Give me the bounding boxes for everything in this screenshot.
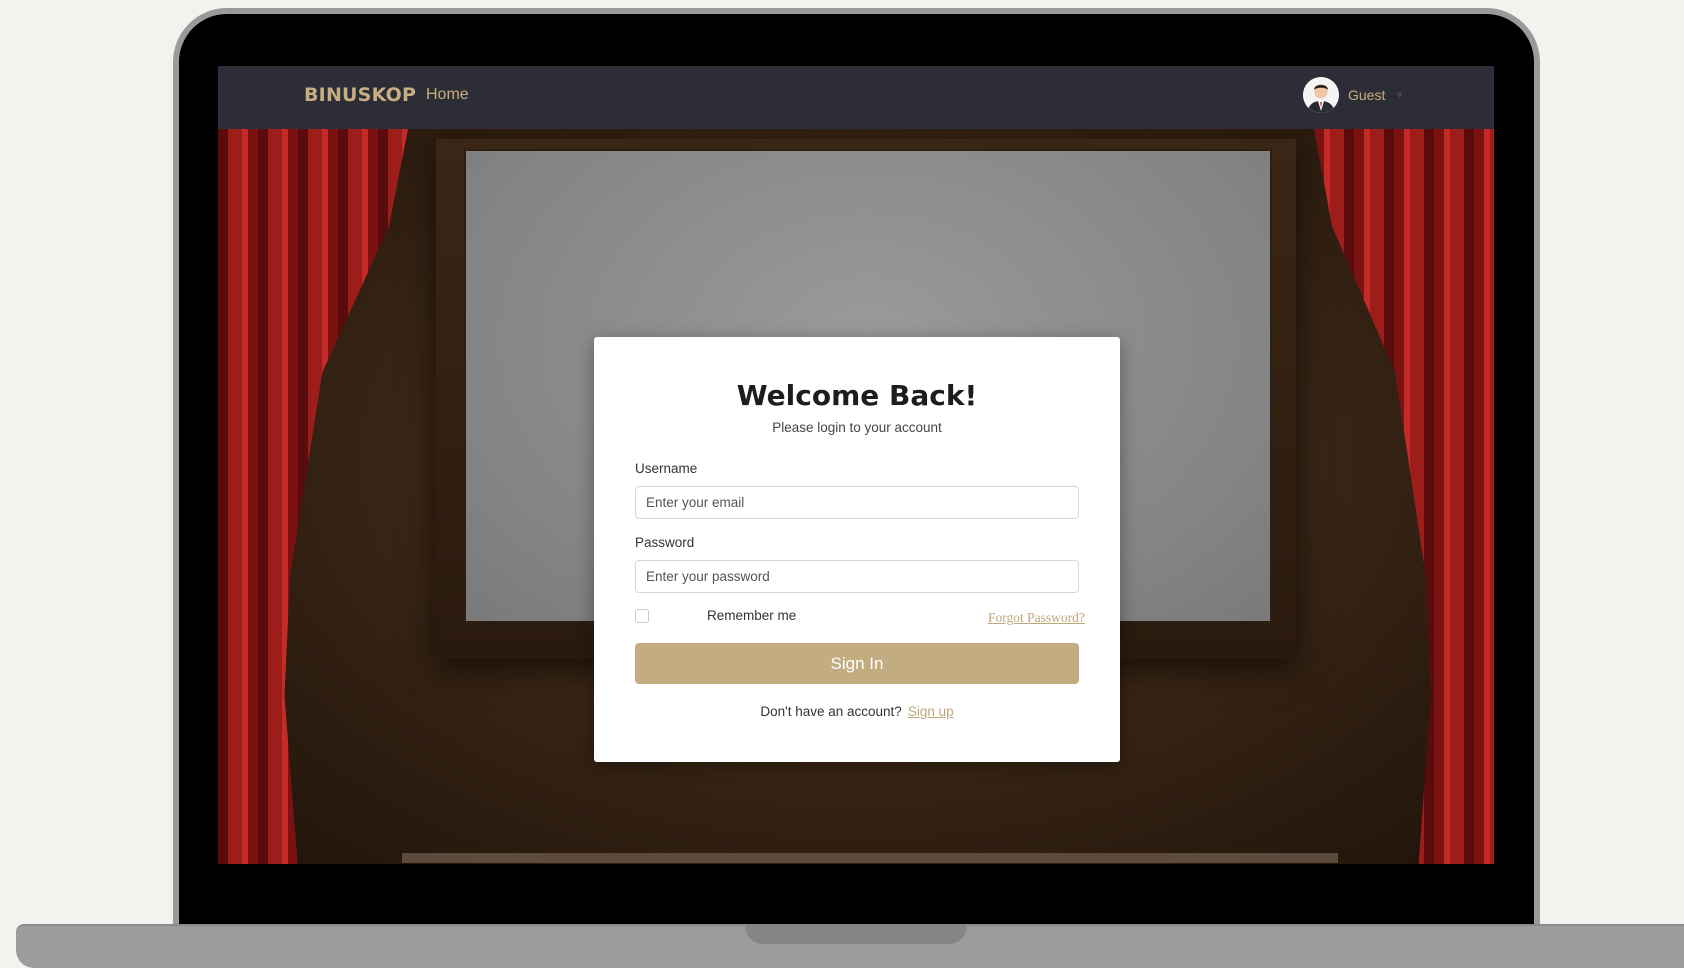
user-name: Guest <box>1348 87 1386 103</box>
username-label: Username <box>635 461 698 476</box>
signup-row: Don't have an account? Sign up <box>594 704 1120 719</box>
signup-prompt: Don't have an account? <box>760 704 902 719</box>
sign-in-button[interactable]: Sign In <box>635 643 1079 684</box>
brand-logo[interactable]: BINUSKOP <box>304 84 416 106</box>
chevron-down-icon[interactable]: ▼ <box>1395 90 1404 100</box>
password-input[interactable] <box>635 560 1079 593</box>
stage-rail <box>402 853 1338 863</box>
remember-me-checkbox[interactable] <box>635 609 649 623</box>
sign-up-link[interactable]: Sign up <box>908 704 954 719</box>
password-label: Password <box>635 535 695 550</box>
curtain-left <box>218 129 408 864</box>
nav-home-link[interactable]: Home <box>426 86 469 104</box>
top-navbar: BINUSKOP Home Guest ▼ <box>218 66 1494 129</box>
username-input[interactable] <box>635 486 1079 519</box>
theater-stage-background: Welcome Back! Please login to your accou… <box>218 129 1494 864</box>
remember-me-label[interactable]: Remember me <box>707 608 796 623</box>
laptop-base-notch <box>745 924 967 944</box>
login-card: Welcome Back! Please login to your accou… <box>594 337 1120 762</box>
login-title: Welcome Back! <box>736 379 978 412</box>
forgot-password-link[interactable]: Forgot Password? <box>988 610 1085 626</box>
laptop-screen: Welcome Back! Please login to your accou… <box>218 66 1494 864</box>
curtain-right <box>1314 129 1494 864</box>
login-subtitle: Please login to your account <box>772 420 942 435</box>
user-avatar-icon <box>1303 77 1339 113</box>
user-menu[interactable]: Guest ▼ <box>1303 77 1404 113</box>
